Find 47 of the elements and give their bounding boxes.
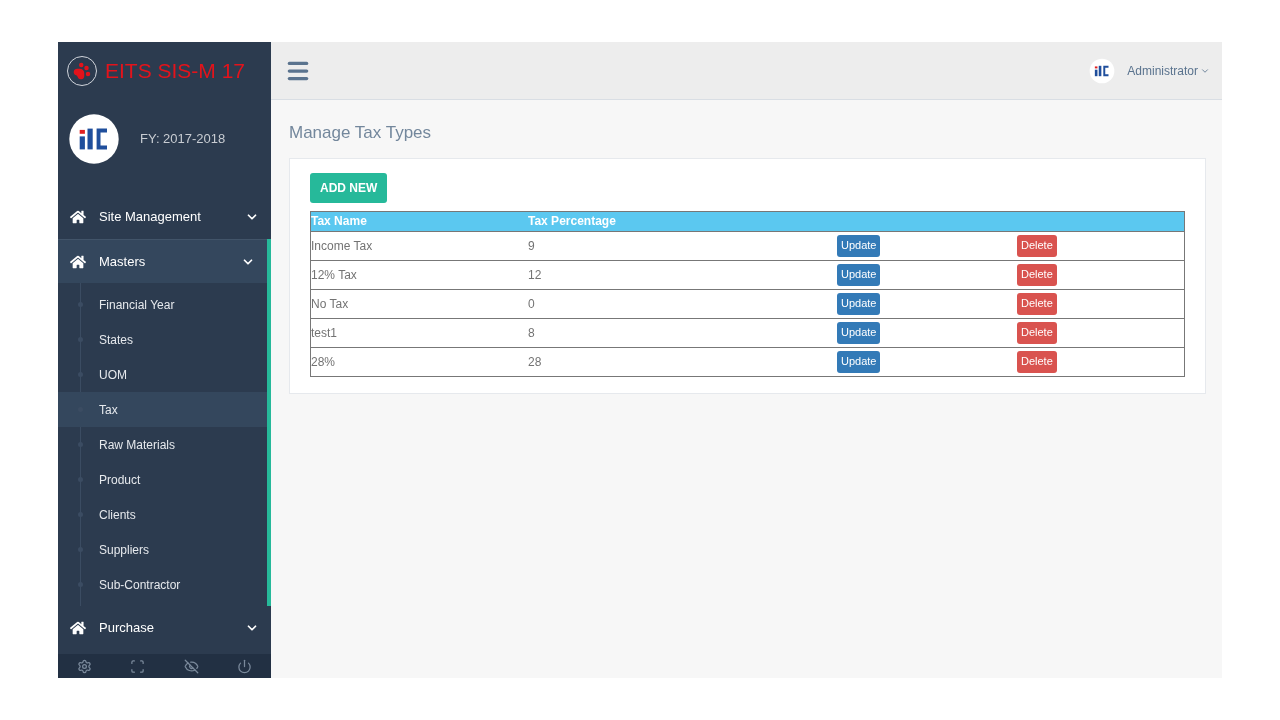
table-cell-text: 9 — [528, 237, 536, 255]
eye-off-icon[interactable] — [183, 658, 199, 674]
home-icon — [70, 253, 86, 270]
settings-icon[interactable] — [77, 658, 93, 674]
table-cell-text: 0 — [528, 295, 536, 313]
user-avatar — [1089, 57, 1116, 84]
update-button[interactable]: Update — [837, 234, 881, 257]
fullscreen-icon[interactable] — [130, 658, 146, 674]
submenu-item[interactable]: Financial Year — [58, 287, 267, 322]
submenu-item[interactable]: Raw Materials — [58, 427, 267, 462]
table-cell-text: test1 — [311, 324, 338, 342]
submenu-item[interactable]: Sub-Contractor — [58, 567, 267, 602]
home-icon — [70, 209, 86, 225]
home-icon — [70, 620, 86, 636]
table-cell-text: 8 — [528, 324, 536, 342]
table-cell-text: No Tax — [311, 295, 350, 313]
table-cell-text: 28 — [528, 353, 543, 371]
fiscal-year-label: FY: 2017-2018 — [140, 130, 226, 149]
nav-item[interactable]: Masters — [58, 239, 267, 283]
table-cell-text: 12% Tax — [311, 266, 358, 284]
nav-item[interactable]: Purchase — [58, 606, 271, 650]
submenu-item[interactable]: States — [58, 322, 267, 357]
update-button[interactable]: Update — [837, 350, 881, 373]
delete-button[interactable]: Delete — [1017, 234, 1057, 257]
submenu-item[interactable]: Product — [58, 462, 267, 497]
delete-button[interactable]: Delete — [1017, 350, 1057, 373]
power-icon[interactable] — [236, 658, 252, 674]
delete-button[interactable]: Delete — [1017, 263, 1057, 286]
submenu-item[interactable]: UOM — [58, 357, 267, 392]
page-title: Manage Tax Types — [289, 122, 433, 144]
table-cell-text: 12 — [528, 266, 543, 284]
table-cell-text: 28% — [311, 353, 337, 371]
submenu-item[interactable]: Tax — [58, 392, 267, 427]
nav-item[interactable]: Site Management — [58, 195, 271, 239]
table-cell-text: Income Tax — [311, 237, 374, 255]
update-button[interactable]: Update — [837, 321, 881, 344]
submenu-item[interactable]: Clients — [58, 497, 267, 532]
column-header: Tax Percentage — [528, 213, 617, 230]
submenu-item[interactable]: Suppliers — [58, 532, 267, 567]
update-button[interactable]: Update — [837, 292, 881, 315]
delete-button[interactable]: Delete — [1017, 292, 1057, 315]
column-header: Tax Name — [311, 213, 368, 230]
update-button[interactable]: Update — [837, 263, 881, 286]
delete-button[interactable]: Delete — [1017, 321, 1057, 344]
company-logo — [68, 113, 120, 165]
user-menu[interactable]: Administrator — [1127, 61, 1210, 80]
brand-title: EITS SIS-M 17 — [105, 58, 246, 85]
